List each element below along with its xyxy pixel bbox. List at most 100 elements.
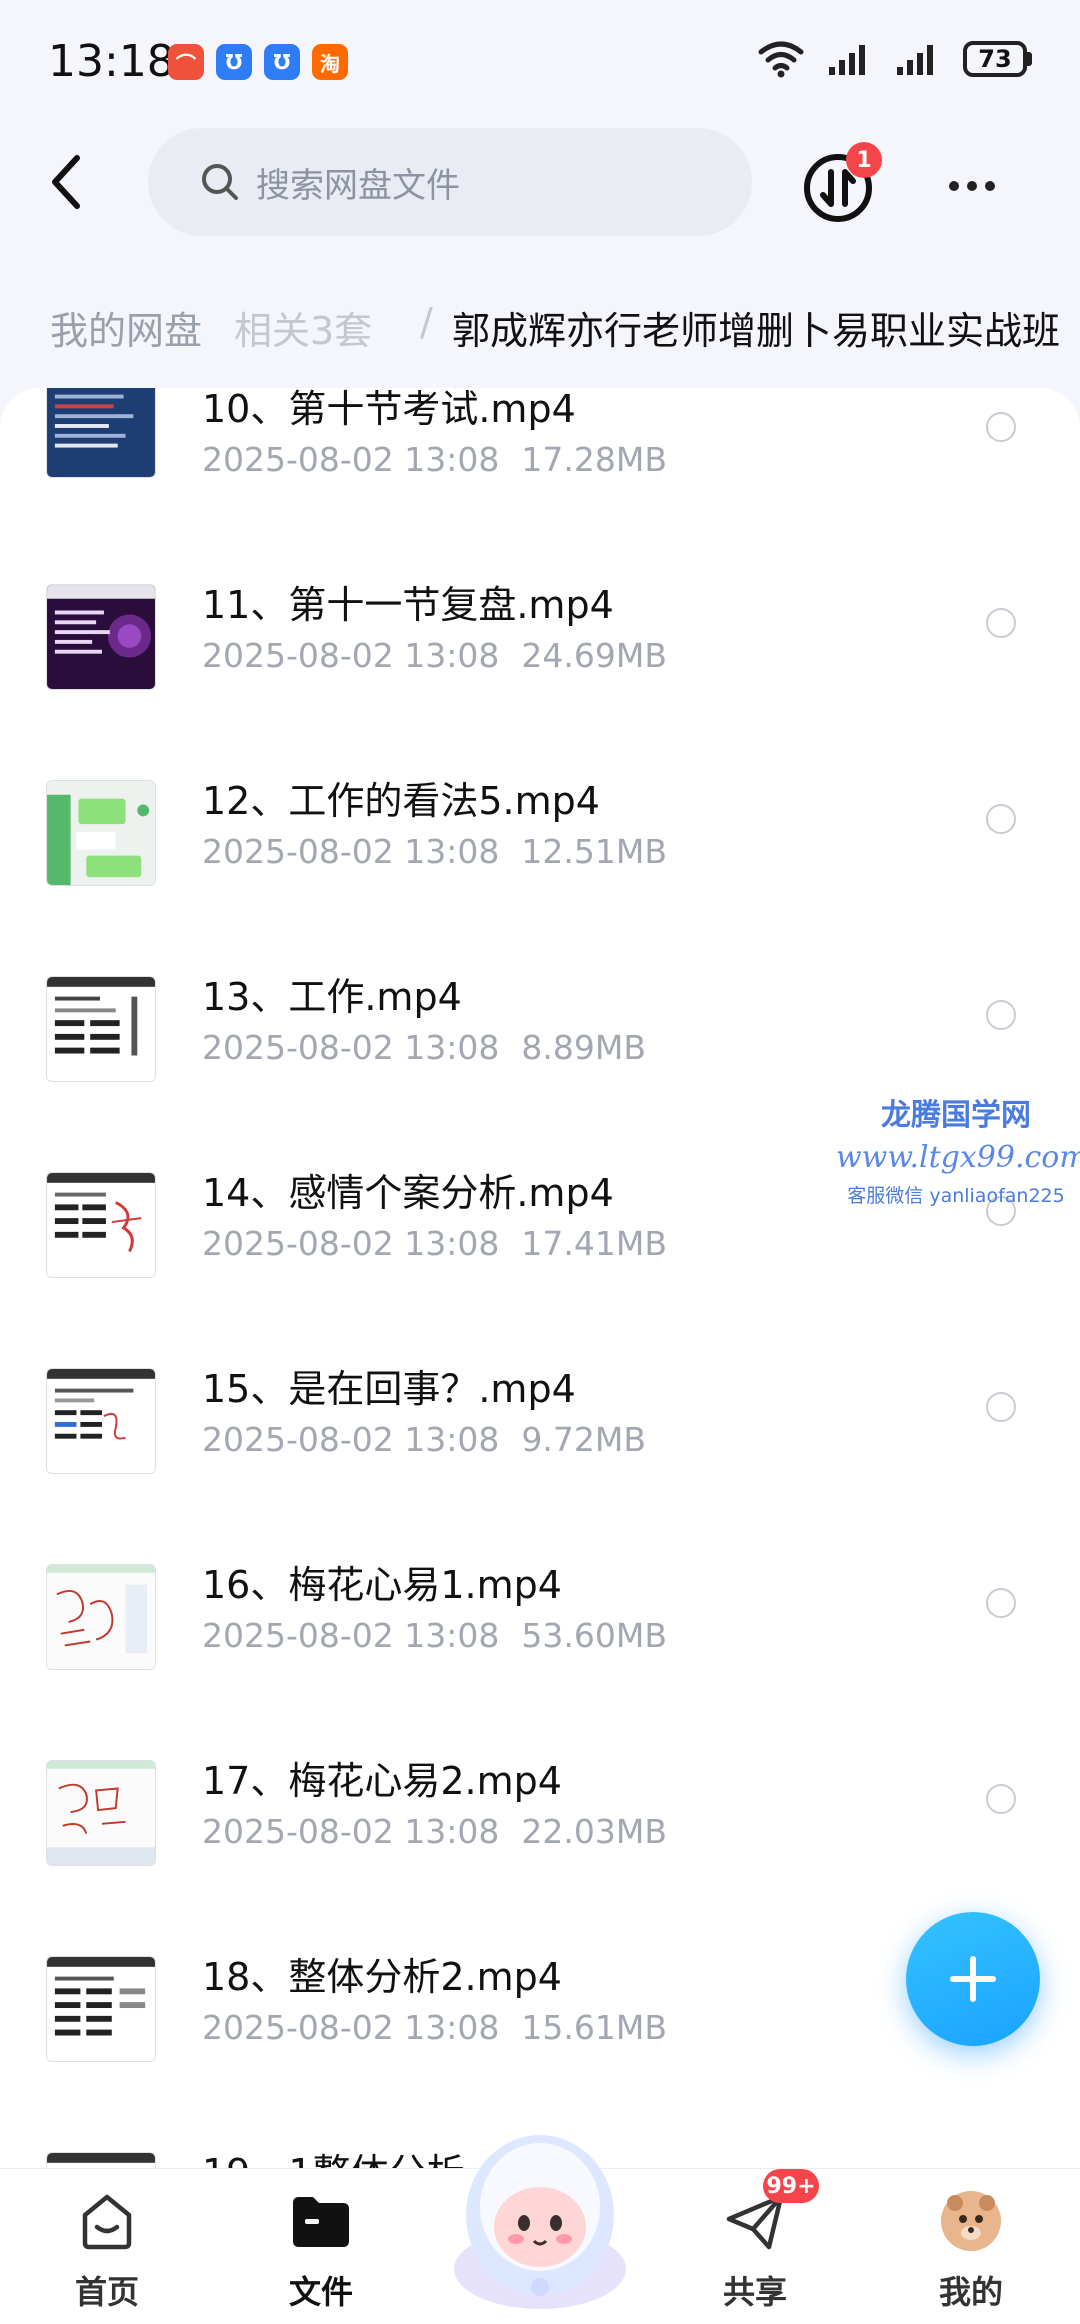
nav-share[interactable]: 99+ 共享 — [690, 2169, 820, 2313]
file-name: 19、1整体分析 — [202, 2142, 465, 2170]
back-button[interactable] — [36, 150, 96, 214]
file-time: 13:08 — [404, 1616, 500, 1655]
file-name: 10、第十节考试.mp4 — [202, 388, 576, 431]
file-name: 11、第十一节复盘.mp4 — [202, 583, 614, 627]
file-size: 8.89MB — [521, 1028, 646, 1067]
file-row[interactable]: 10、第十节考试.mp4 2025-08-02 13:08 17.28MB — [0, 388, 1080, 574]
file-size: 9.72MB — [521, 1420, 646, 1459]
nav-files-label: 文件 — [288, 2273, 353, 2311]
file-row[interactable]: 16、梅花心易1.mp4 2025-08-02 13:08 53.60MB — [0, 1554, 1080, 1750]
notification-app-icons: ⌒ Ʊ Ʊ 淘 — [168, 44, 348, 80]
file-thumbnail — [46, 1368, 156, 1474]
nav-home[interactable]: 首页 — [42, 2189, 172, 2313]
file-meta: 2025-08-02 13:08 17.41MB — [202, 1224, 667, 1263]
file-meta: 2025-08-02 13:08 24.69MB — [202, 636, 667, 675]
file-name: 15、是在回事？.mp4 — [202, 1367, 576, 1411]
file-meta: 2025-08-02 13:08 9.72MB — [202, 1420, 646, 1459]
file-time: 13:08 — [404, 1028, 500, 1067]
file-time: 13:08 — [404, 636, 500, 675]
more-options-button[interactable] — [940, 158, 1004, 214]
file-meta: 2025-08-02 13:08 17.28MB — [202, 440, 667, 479]
share-icon: 99+ — [723, 2169, 819, 2253]
battery-icon: 73 — [963, 41, 1032, 77]
share-badge: 99+ — [763, 2169, 819, 2203]
home-icon — [75, 2189, 139, 2253]
file-date: 2025-08-02 — [202, 832, 394, 871]
nav-profile-label: 我的 — [938, 2273, 1003, 2311]
file-row[interactable]: 17、梅花心易2.mp4 2025-08-02 13:08 22.03MB — [0, 1750, 1080, 1946]
watermark-contact: 客服微信 yanliaofan225 — [847, 1185, 1065, 1207]
file-time: 13:08 — [404, 440, 500, 479]
file-date: 2025-08-02 — [202, 440, 394, 479]
file-meta: 2025-08-02 13:08 12.51MB — [202, 832, 667, 871]
file-time: 13:08 — [404, 1224, 500, 1263]
select-radio[interactable] — [986, 1784, 1016, 1814]
file-meta: 2025-08-02 13:08 22.03MB — [202, 1812, 667, 1851]
file-name: 14、感情个案分析.mp4 — [202, 1171, 614, 1215]
breadcrumb-parent[interactable]: 相关3套 — [234, 300, 372, 355]
nav-profile[interactable]: 我的 — [906, 2189, 1036, 2313]
wifi-icon — [758, 41, 804, 78]
file-size: 12.51MB — [521, 832, 667, 871]
bottom-nav: 首页 文件 99+ 共享 我的 — [0, 2135, 1080, 2324]
status-bar: 13:18 ⌒ Ʊ Ʊ 淘 73 — [0, 0, 1080, 130]
file-date: 2025-08-02 — [202, 1224, 394, 1263]
select-radio[interactable] — [986, 608, 1016, 638]
signal-icon-2 — [897, 45, 933, 75]
file-time: 13:08 — [404, 1812, 500, 1851]
file-meta: 2025-08-02 13:08 15.61MB — [202, 2008, 667, 2047]
select-radio[interactable] — [986, 1588, 1016, 1618]
transfer-badge: 1 — [846, 142, 882, 178]
mascot-button[interactable] — [430, 2119, 650, 2309]
select-radio[interactable] — [986, 412, 1016, 442]
file-meta: 2025-08-02 13:08 8.89MB — [202, 1028, 646, 1067]
watermark-url: www.ltgx99.com — [836, 1140, 1080, 1175]
file-thumbnail — [46, 584, 156, 690]
file-row[interactable]: 12、工作的看法5.mp4 2025-08-02 13:08 12.51MB — [0, 770, 1080, 966]
app-icon-blue-1: Ʊ — [216, 44, 252, 80]
folder-icon — [289, 2189, 353, 2253]
file-row[interactable]: 15、是在回事？.mp4 2025-08-02 13:08 9.72MB — [0, 1358, 1080, 1554]
file-name: 13、工作.mp4 — [202, 975, 462, 1019]
select-radio[interactable] — [986, 1392, 1016, 1422]
file-date: 2025-08-02 — [202, 2008, 394, 2047]
file-date: 2025-08-02 — [202, 1812, 394, 1851]
file-time: 13:08 — [404, 832, 500, 871]
search-input[interactable]: 搜索网盘文件 — [148, 128, 752, 236]
file-time: 13:08 — [404, 1420, 500, 1459]
battery-level: 73 — [963, 41, 1027, 77]
nav-home-label: 首页 — [74, 2273, 139, 2311]
file-date: 2025-08-02 — [202, 1028, 394, 1067]
file-size: 24.69MB — [521, 636, 667, 675]
file-meta: 2025-08-02 13:08 53.60MB — [202, 1616, 667, 1655]
header: 搜索网盘文件 1 — [0, 128, 1080, 238]
breadcrumb-current: 郭成辉亦行老师增删卜易职业实战班 — [452, 309, 1061, 353]
breadcrumb-root[interactable]: 我的网盘 — [50, 300, 202, 355]
select-radio[interactable] — [986, 804, 1016, 834]
file-size: 53.60MB — [521, 1616, 667, 1655]
chevron-left-icon — [52, 155, 80, 209]
file-date: 2025-08-02 — [202, 1420, 394, 1459]
file-thumbnail — [46, 1564, 156, 1670]
file-thumbnail — [46, 780, 156, 886]
file-row[interactable]: 11、第十一节复盘.mp4 2025-08-02 13:08 24.69MB — [0, 574, 1080, 770]
file-size: 22.03MB — [521, 1812, 667, 1851]
nav-files[interactable]: 文件 — [256, 2189, 386, 2313]
select-radio[interactable] — [986, 1000, 1016, 1030]
file-thumbnail — [46, 1172, 156, 1278]
taobao-icon: 淘 — [312, 44, 348, 80]
transfer-button[interactable]: 1 — [800, 142, 882, 226]
file-date: 2025-08-02 — [202, 636, 394, 675]
file-date: 2025-08-02 — [202, 1616, 394, 1655]
avatar-icon — [939, 2189, 1003, 2253]
search-placeholder: 搜索网盘文件 — [256, 165, 460, 206]
file-thumbnail — [46, 1956, 156, 2062]
watermark-title: 龙腾国学网 — [881, 1098, 1031, 1133]
file-time: 13:08 — [404, 2008, 500, 2047]
status-time: 13:18 — [48, 36, 175, 87]
watermark: 龙腾国学网 www.ltgx99.com 客服微信 yanliaofan225 — [836, 1090, 1080, 1208]
plus-icon — [950, 1956, 996, 2002]
add-button[interactable] — [906, 1912, 1040, 2046]
signal-icon-1 — [829, 45, 865, 75]
file-list: 10、第十节考试.mp4 2025-08-02 13:08 17.28MB 11、… — [0, 388, 1080, 2170]
